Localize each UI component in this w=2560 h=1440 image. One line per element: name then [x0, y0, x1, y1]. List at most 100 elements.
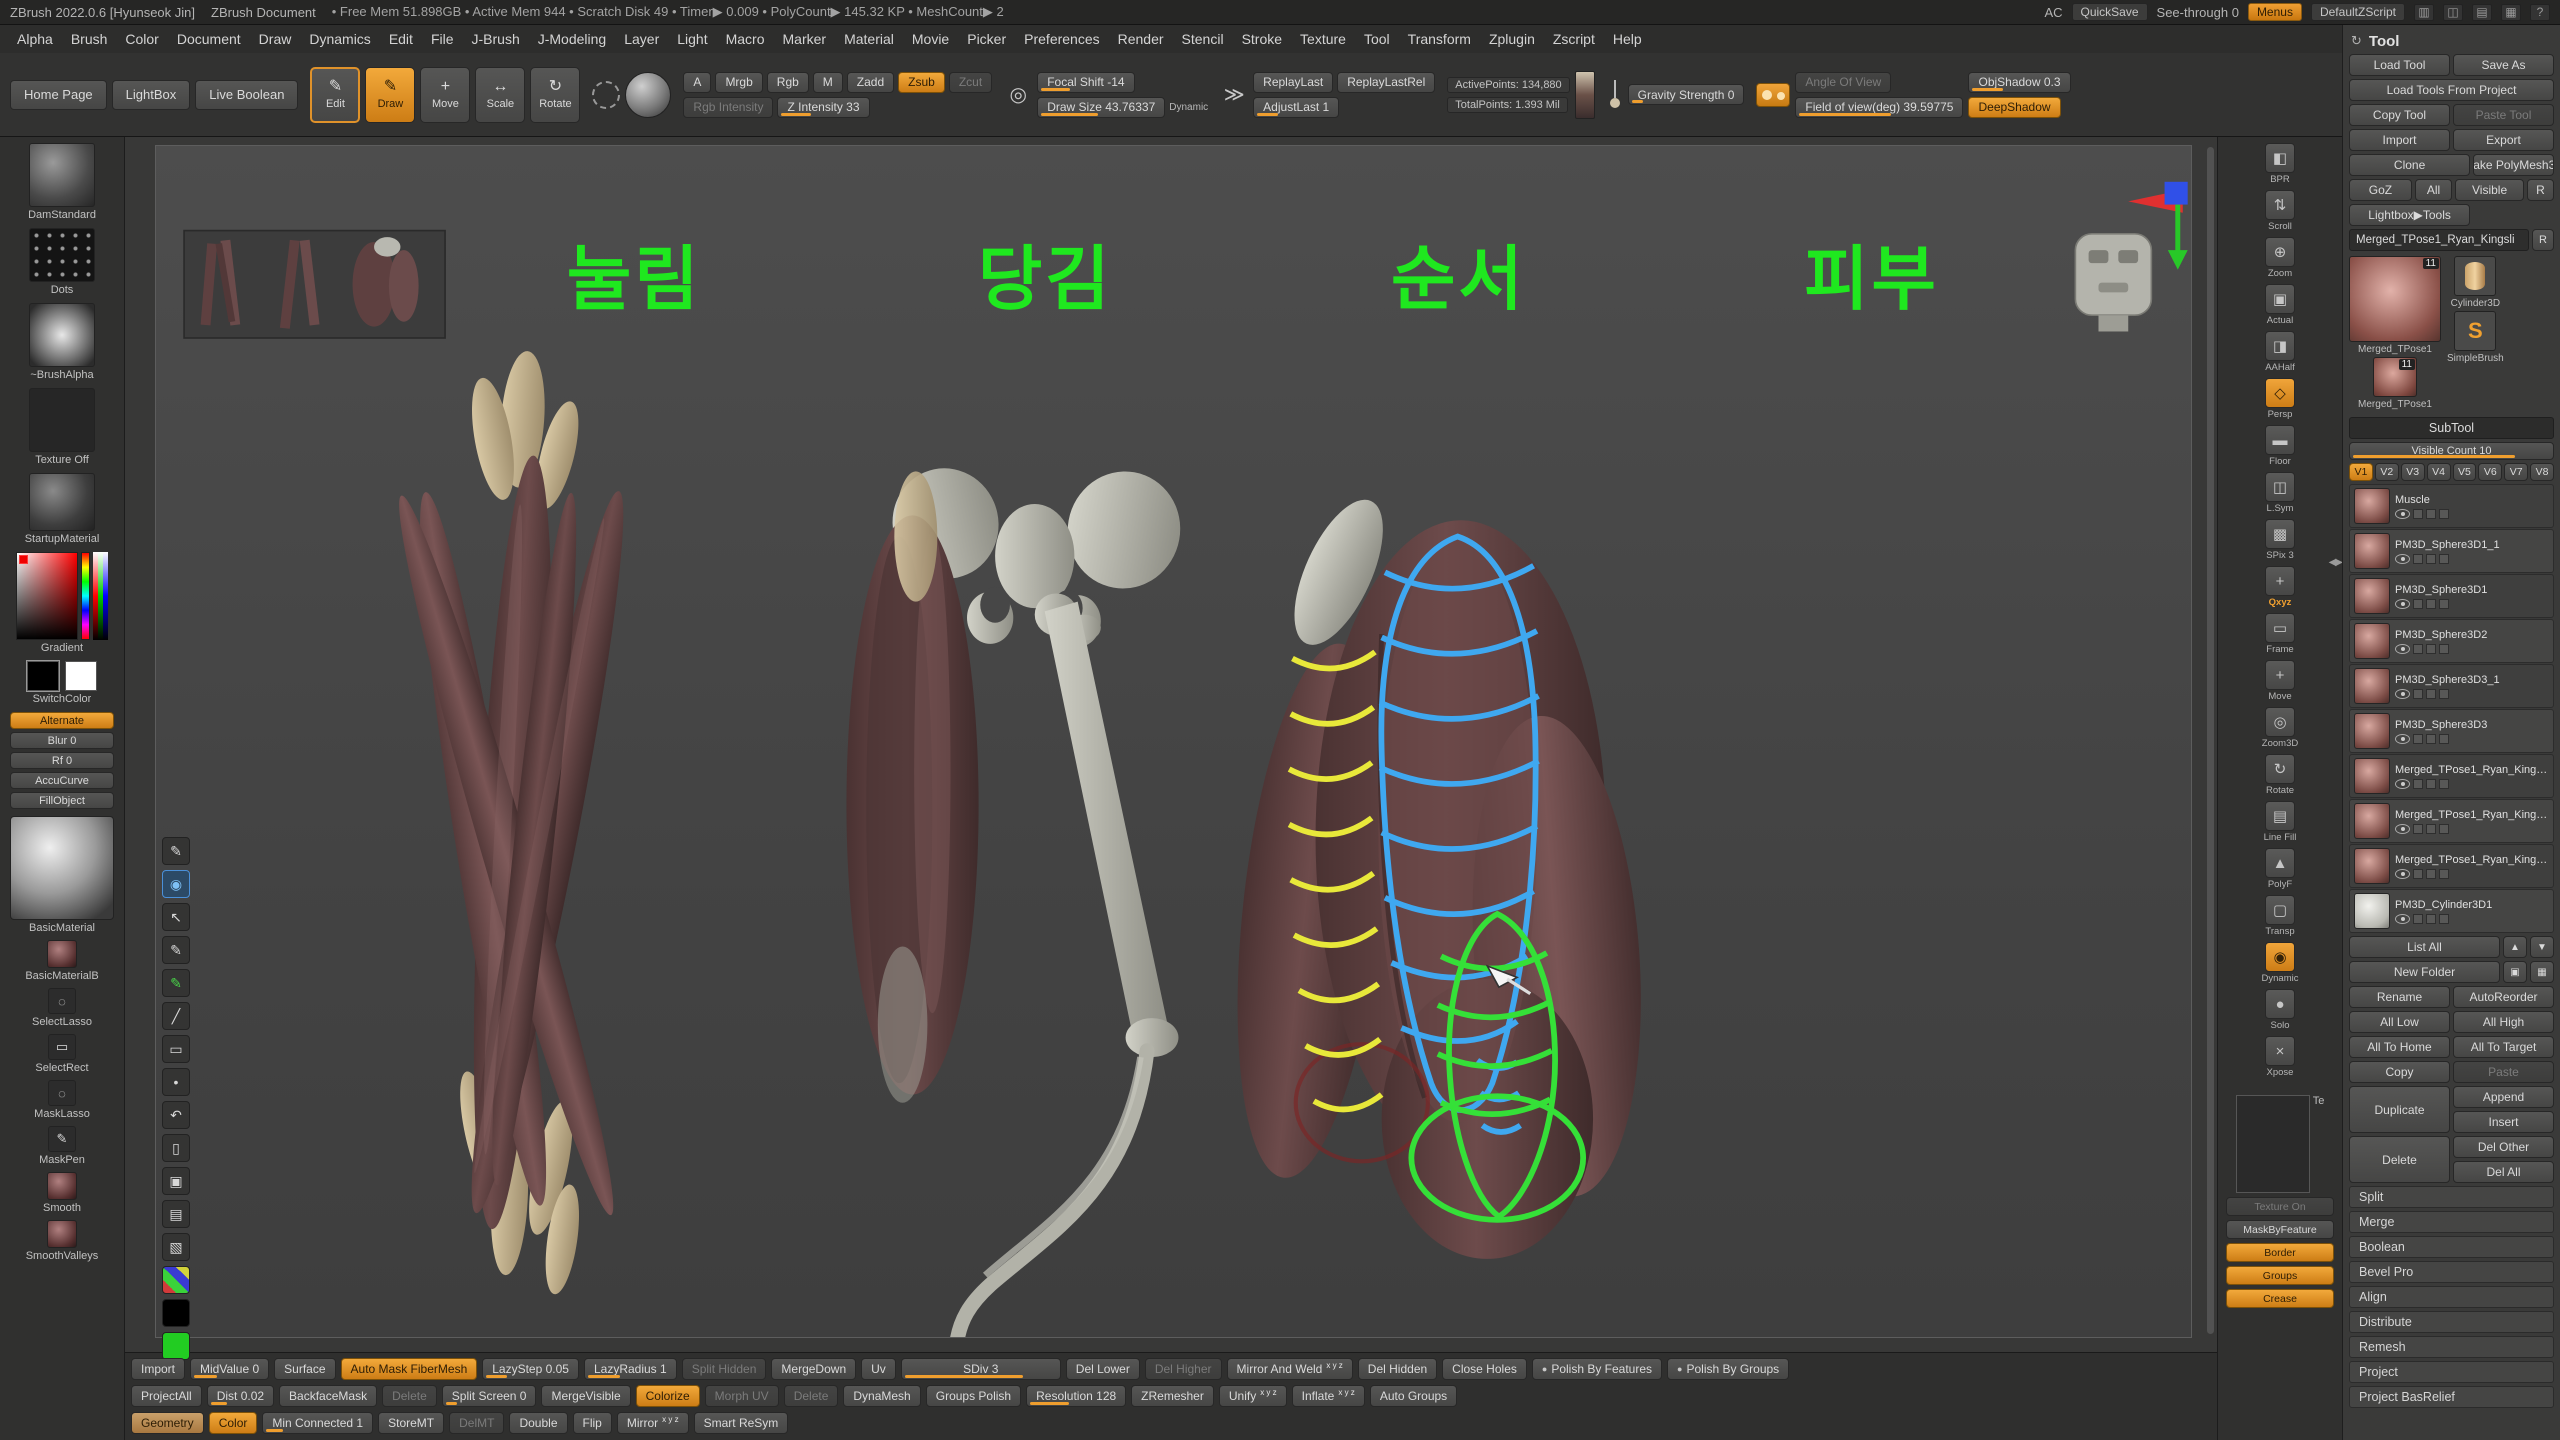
subtool-mask-toggle-icon[interactable] — [2439, 554, 2449, 564]
primary-color-swatch[interactable] — [27, 661, 59, 691]
bottom-bar-button[interactable]: Del Hidden — [1358, 1358, 1437, 1380]
undo-icon[interactable]: ↶ — [162, 1101, 190, 1129]
m-button[interactable]: M — [813, 72, 843, 93]
visibility-eye-icon[interactable] — [2395, 644, 2410, 654]
autoreorder-button[interactable]: AutoReorder — [2453, 986, 2554, 1008]
rotate-button[interactable]: ↻Rotate — [530, 67, 580, 123]
visible-count-slider[interactable]: Visible Count 10 — [2349, 442, 2554, 460]
palette-grid-icon[interactable] — [162, 1266, 190, 1294]
subtool-row[interactable]: PM3D_Sphere3D3 — [2349, 709, 2554, 753]
bottom-bar-button[interactable]: Delete — [784, 1385, 839, 1407]
export-button[interactable]: Export — [2453, 129, 2554, 151]
rgb-button[interactable]: Rgb — [767, 72, 809, 93]
menu-item[interactable]: Preferences — [1015, 28, 1108, 50]
brush-thumbnail[interactable]: Texture Off — [29, 388, 95, 466]
canvas-scrollbar[interactable] — [2207, 147, 2214, 1334]
subtool-paint-toggle-icon[interactable] — [2426, 509, 2436, 519]
list-all-button[interactable]: List All — [2349, 936, 2500, 958]
material-thumbnail[interactable]: Smooth — [43, 1172, 81, 1214]
subtool-mask-toggle-icon[interactable] — [2439, 509, 2449, 519]
subtool-brush-toggle-icon[interactable] — [2413, 599, 2423, 609]
bottom-bar-button[interactable]: Import — [131, 1358, 185, 1380]
interface-config-icon[interactable]: ▦ — [2501, 4, 2521, 21]
zcut-button[interactable]: Zcut — [949, 72, 992, 93]
subtool-paint-toggle-icon[interactable] — [2426, 869, 2436, 879]
draw-size-slider[interactable]: Draw Size 43.76337 — [1037, 97, 1165, 118]
subtool-mask-toggle-icon[interactable] — [2439, 824, 2449, 834]
subtool-brush-toggle-icon[interactable] — [2413, 509, 2423, 519]
bottom-bar-button[interactable]: Auto Mask FiberMesh — [341, 1358, 478, 1380]
all-to-target-button[interactable]: All To Target — [2453, 1036, 2554, 1058]
goz-all-button[interactable]: All — [2415, 179, 2452, 201]
tool-subsection-header[interactable]: Bevel Pro — [2349, 1261, 2554, 1283]
right-shelf-toggle[interactable]: ▭ Frame — [2256, 613, 2304, 655]
tool-subsection-header[interactable]: Align — [2349, 1286, 2554, 1308]
menu-item[interactable]: Movie — [903, 28, 958, 50]
palette-reload-icon[interactable]: ↻ — [2351, 33, 2362, 49]
subtool-row[interactable]: PM3D_Cylinder3D1 — [2349, 889, 2554, 933]
bottom-bar-button[interactable]: Delete — [382, 1385, 437, 1407]
secondary-color-swatch[interactable] — [65, 661, 97, 691]
rename-button[interactable]: Rename — [2349, 986, 2450, 1008]
right-shelf-toggle[interactable]: ▤ Line Fill — [2256, 801, 2304, 843]
right-shelf-toggle[interactable]: ▩ SPix 3 — [2256, 519, 2304, 561]
visibility-eye-icon[interactable] — [2395, 689, 2410, 699]
bottom-bar-button[interactable]: Dist 0.02 — [207, 1385, 274, 1407]
trash-icon[interactable]: ▯ — [162, 1134, 190, 1162]
movie-camera-icon[interactable] — [1756, 83, 1790, 107]
groups-button[interactable]: Groups — [2226, 1266, 2334, 1285]
all-to-home-button[interactable]: All To Home — [2349, 1036, 2450, 1058]
recent-tool-thumbnail[interactable]: 11 — [2373, 357, 2417, 397]
line-icon[interactable]: ╱ — [162, 1002, 190, 1030]
sidebar-small-button[interactable]: AccuCurve — [10, 772, 114, 789]
bottom-bar-button[interactable]: Close Holes — [1442, 1358, 1527, 1380]
black-swatch[interactable] — [162, 1299, 190, 1327]
bottom-bar-button[interactable]: Split Hidden — [682, 1358, 767, 1380]
subtool-view-tab[interactable]: V7 — [2504, 463, 2528, 481]
stroke-type-icon[interactable] — [592, 81, 620, 109]
right-shelf-toggle[interactable]: ◎ Zoom3D — [2256, 707, 2304, 749]
bottom-bar-button[interactable]: Geometry — [131, 1412, 204, 1434]
dot-icon[interactable]: • — [162, 1068, 190, 1096]
right-shelf-toggle[interactable]: ▣ Actual — [2256, 284, 2304, 326]
import-button[interactable]: Import — [2349, 129, 2450, 151]
tool-subsection-header[interactable]: Split — [2349, 1186, 2554, 1208]
subtool-paint-toggle-icon[interactable] — [2426, 779, 2436, 789]
green-swatch[interactable] — [162, 1332, 190, 1360]
menu-item[interactable]: Zscript — [1544, 28, 1604, 50]
menu-item[interactable]: Help — [1604, 28, 1651, 50]
draw-button[interactable]: ✎Draw — [365, 67, 415, 123]
subtool-row[interactable]: PM3D_Sphere3D1_1 — [2349, 529, 2554, 573]
bottom-bar-button[interactable]: Colorize — [636, 1385, 700, 1407]
replay-last-button[interactable]: ReplayLast — [1253, 72, 1333, 93]
all-low-button[interactable]: All Low — [2349, 1011, 2450, 1033]
menu-item[interactable]: Draw — [250, 28, 301, 50]
material-thumbnail[interactable]: SelectRect — [35, 1034, 88, 1074]
subtool-row[interactable]: Merged_TPose1_Ryan_Kingslie — [2349, 799, 2554, 843]
z-intensity-slider[interactable]: Z Intensity 33 — [777, 97, 869, 118]
menu-item[interactable]: Stencil — [1173, 28, 1233, 50]
cylinder3d-thumbnail[interactable] — [2454, 256, 2496, 296]
right-shelf-toggle[interactable]: ↻ Rotate — [2256, 754, 2304, 796]
subtool-brush-toggle-icon[interactable] — [2413, 824, 2423, 834]
right-shelf-toggle[interactable]: ▬ Floor — [2256, 425, 2304, 467]
sidebar-small-button[interactable]: Rf 0 — [10, 752, 114, 769]
bottom-bar-button[interactable]: Double — [509, 1412, 567, 1434]
paste-tool-button[interactable]: Paste Tool — [2453, 104, 2554, 126]
subtool-mask-toggle-icon[interactable] — [2439, 689, 2449, 699]
angle-of-view-button[interactable]: Angle Of View — [1795, 72, 1891, 93]
saturation-square[interactable] — [16, 552, 78, 640]
subtool-paint-toggle-icon[interactable] — [2426, 644, 2436, 654]
mask-by-feature-button[interactable]: MaskByFeature — [2226, 1220, 2334, 1239]
brush-thumbnail[interactable]: ~BrushAlpha — [29, 303, 95, 381]
rgb-strips[interactable] — [93, 552, 109, 640]
bottom-bar-button[interactable]: DynaMesh — [843, 1385, 920, 1407]
del-other-button[interactable]: Del Other — [2453, 1136, 2554, 1158]
zsub-button[interactable]: Zsub — [898, 72, 945, 93]
subtool-row[interactable]: Merged_TPose1_Ryan_Kingslie — [2349, 844, 2554, 888]
eraser-icon[interactable]: ▭ — [162, 1035, 190, 1063]
clone-button[interactable]: Clone — [2349, 154, 2470, 176]
bottom-bar-button[interactable]: Surface — [274, 1358, 335, 1380]
subtool-brush-toggle-icon[interactable] — [2413, 689, 2423, 699]
subtool-mask-toggle-icon[interactable] — [2439, 869, 2449, 879]
